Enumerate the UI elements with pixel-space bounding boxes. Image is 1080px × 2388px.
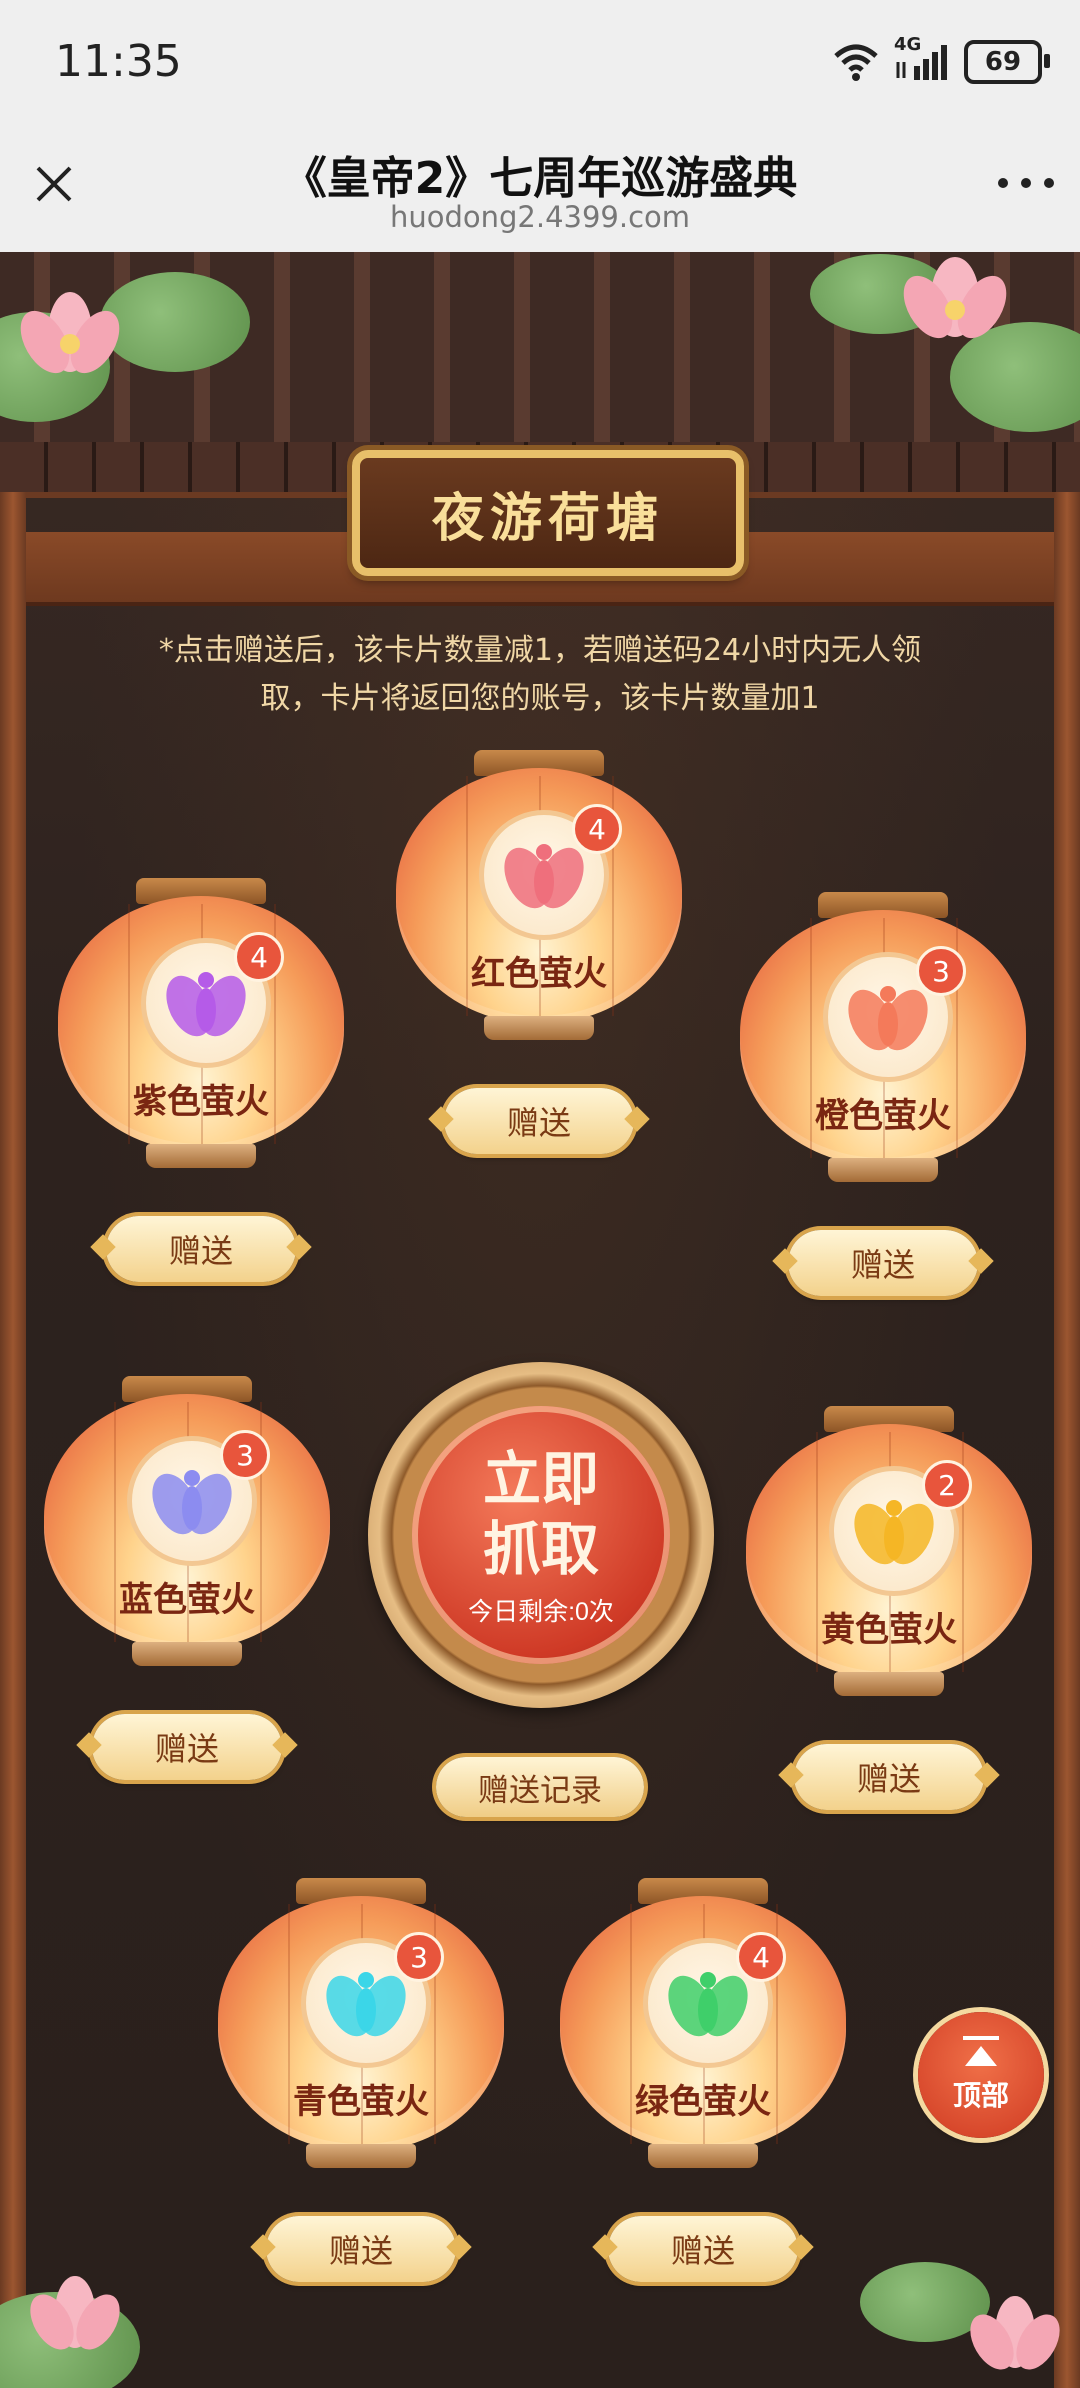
count-badge: 3 bbox=[916, 946, 966, 996]
up-arrow-icon bbox=[965, 2046, 997, 2066]
page-url: huodong2.4399.com bbox=[389, 200, 691, 234]
battery-icon: 69 bbox=[964, 40, 1050, 84]
activity-page: 夜游荷塘 *点击赠送后，该卡片数量减1，若赠送码24小时内无人领取，卡片将返回您… bbox=[0, 252, 1080, 2388]
clock: 11:35 bbox=[55, 36, 182, 87]
lantern: 3 青色萤火 bbox=[218, 1878, 504, 2178]
card-yellow-firefly: 2 黄色萤火 赠送 bbox=[744, 1406, 1034, 1810]
lotus-flower-icon bbox=[20, 292, 120, 374]
firefly-icon bbox=[848, 986, 928, 1051]
grab-area: 立即 抓取 今日剩余:0次 bbox=[368, 1342, 714, 1722]
dot-icon bbox=[1044, 178, 1054, 188]
send-button[interactable]: 赠送 bbox=[788, 1230, 978, 1296]
count-badge: 3 bbox=[394, 1932, 444, 1982]
send-record-button[interactable]: 赠送记录 bbox=[436, 1757, 644, 1817]
grab-label-line1: 立即 bbox=[482, 1445, 599, 1513]
page-title: 《皇帝2》七周年巡游盛典 bbox=[282, 153, 798, 204]
send-button[interactable]: 赠送 bbox=[106, 1216, 296, 1282]
remaining-count: 今日剩余:0次 bbox=[468, 1598, 614, 1626]
card-cyan-firefly: 3 青色萤火 赠送 bbox=[216, 1878, 506, 2282]
card-name: 蓝色萤火 bbox=[119, 1580, 255, 1620]
lantern: 3 橙色萤火 bbox=[740, 892, 1026, 1192]
card-name: 黄色萤火 bbox=[821, 1610, 957, 1650]
firefly-icon bbox=[166, 972, 246, 1037]
plaque-title: 夜游荷塘 bbox=[431, 487, 664, 549]
grab-label-line2: 抓取 bbox=[482, 1515, 599, 1583]
signal-icon: 4G bbox=[894, 34, 950, 82]
card-name: 青色萤火 bbox=[293, 2082, 429, 2122]
lotus-flower-icon bbox=[970, 2296, 1060, 2370]
lotus-flower-icon bbox=[30, 2276, 120, 2350]
card-green-firefly: 4 绿色萤火 赠送 bbox=[558, 1878, 848, 2282]
dot-icon bbox=[998, 178, 1008, 188]
send-button[interactable]: 赠送 bbox=[444, 1088, 634, 1154]
card-name: 橙色萤火 bbox=[815, 1096, 951, 1136]
title-plaque: 夜游荷塘 bbox=[352, 450, 744, 576]
send-button[interactable]: 赠送 bbox=[92, 1714, 282, 1780]
notice-text: *点击赠送后，该卡片数量减1，若赠送码24小时内无人领取，卡片将返回您的账号，该… bbox=[158, 633, 922, 716]
lantern: 3 蓝色萤火 bbox=[44, 1376, 330, 1676]
status-bar: 11:35 4G 69 bbox=[0, 0, 1080, 128]
wifi-icon bbox=[834, 44, 878, 81]
card-purple-firefly: 4 紫色萤火 赠送 bbox=[56, 878, 346, 1282]
send-button[interactable]: 赠送 bbox=[608, 2216, 798, 2282]
lantern: 4 红色萤火 bbox=[396, 750, 682, 1050]
more-menu-button[interactable] bbox=[998, 168, 1054, 198]
lotus-flower-icon bbox=[903, 257, 1007, 339]
send-button[interactable]: 赠送 bbox=[266, 2216, 456, 2282]
firefly-icon bbox=[326, 1972, 406, 2037]
top-line-icon bbox=[963, 2036, 999, 2040]
firefly-icon bbox=[504, 844, 584, 909]
card-orange-firefly: 3 橙色萤火 赠送 bbox=[738, 892, 1028, 1296]
count-badge: 4 bbox=[234, 932, 284, 982]
right-pillar bbox=[1054, 492, 1080, 2388]
count-badge: 2 bbox=[922, 1460, 972, 1510]
dot-icon bbox=[1021, 178, 1031, 188]
card-blue-firefly: 3 蓝色萤火 赠送 bbox=[42, 1376, 332, 1780]
firefly-icon bbox=[668, 1972, 748, 2037]
send-button[interactable]: 赠送 bbox=[794, 1744, 984, 1810]
lantern: 4 绿色萤火 bbox=[560, 1878, 846, 2178]
browser-nav-bar: 《皇帝2》七周年巡游盛典 huodong2.4399.com bbox=[0, 128, 1080, 253]
card-name: 绿色萤火 bbox=[635, 2082, 771, 2122]
back-to-top-label: 顶部 bbox=[952, 2080, 1009, 2111]
firefly-icon bbox=[854, 1500, 934, 1565]
back-to-top-button[interactable]: 顶部 bbox=[918, 2012, 1044, 2138]
card-red-firefly: 4 红色萤火 赠送 bbox=[394, 750, 684, 1154]
grab-now-button[interactable]: 立即 抓取 今日剩余:0次 bbox=[412, 1406, 670, 1664]
lantern: 4 紫色萤火 bbox=[58, 878, 344, 1178]
count-badge: 4 bbox=[572, 804, 622, 854]
firefly-icon bbox=[152, 1470, 232, 1535]
left-pillar bbox=[0, 492, 26, 2388]
count-badge: 4 bbox=[736, 1932, 786, 1982]
card-name: 紫色萤火 bbox=[133, 1082, 269, 1122]
card-name: 红色萤火 bbox=[471, 954, 607, 994]
count-badge: 3 bbox=[220, 1430, 270, 1480]
lantern: 2 黄色萤火 bbox=[746, 1406, 1032, 1706]
